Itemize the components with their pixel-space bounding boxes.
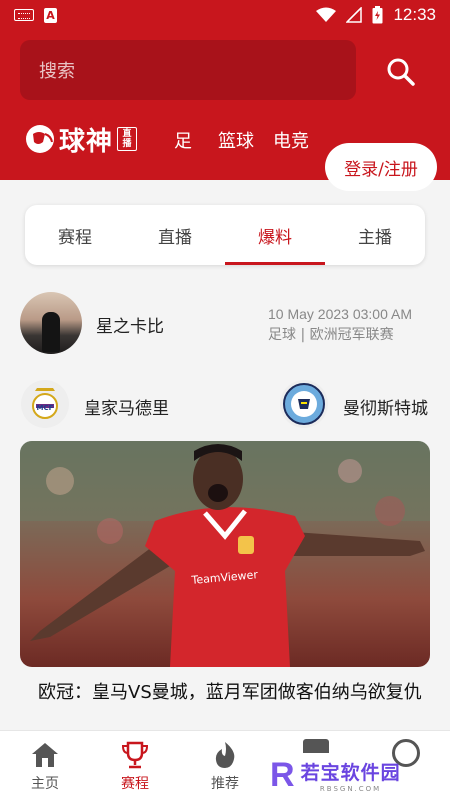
app-header: 搜索 球神 直播 足 篮球 电竞 登录/注册	[0, 30, 450, 191]
search-button[interactable]	[381, 52, 421, 92]
tab-schedule[interactable]: 赛程	[25, 205, 125, 265]
search-input[interactable]: 搜索	[20, 40, 356, 100]
battery-icon	[372, 6, 383, 24]
manchester-city-crest-icon	[279, 379, 329, 429]
nav-schedule[interactable]: 赛程	[100, 731, 170, 800]
signal-icon	[346, 7, 363, 23]
category-basketball[interactable]: 篮球	[218, 127, 254, 153]
nav-recommend-label: 推荐	[211, 776, 239, 792]
content-tabs: 赛程 直播 爆料 主播	[25, 205, 425, 265]
nav-recommend[interactable]: 推荐	[190, 731, 260, 800]
watermark-logo: R 若宝软件园 RBSGN.COM	[270, 755, 440, 795]
app-logo: 球神 直播	[25, 121, 138, 157]
player-celebration-illustration: TeamViewer	[20, 441, 430, 667]
article-hero-image[interactable]: TeamViewer	[20, 441, 430, 667]
post-competition: 足球 | 欧洲冠军联赛	[268, 327, 394, 343]
watermark-text: 若宝软件园	[300, 761, 401, 784]
wifi-icon	[316, 7, 337, 22]
trophy-icon	[121, 741, 149, 769]
nav-home[interactable]: 主页	[10, 731, 80, 800]
home-team-name: 皇家马德里	[84, 399, 169, 419]
status-time: 12:33	[393, 5, 436, 24]
flame-icon	[215, 742, 235, 768]
article-headline[interactable]: 欧冠：皇马VS曼城，蓝月军团做客伯纳乌欲复仇	[38, 680, 430, 706]
away-team-name: 曼彻斯特城	[343, 399, 428, 419]
real-madrid-crest-icon: MCF	[20, 379, 70, 429]
svg-text:MCF: MCF	[37, 404, 54, 412]
status-bar: A 12:33	[0, 0, 450, 30]
tab-insider[interactable]: 爆料	[225, 205, 325, 265]
soccer-ball-logo-icon	[26, 125, 54, 153]
logo-text: 球神	[59, 126, 114, 157]
category-esports[interactable]: 电竞	[273, 127, 309, 153]
nav-schedule-label: 赛程	[121, 776, 149, 792]
post-date: 10 May 2023 03:00 AM	[268, 306, 412, 322]
nav-home-label: 主页	[31, 776, 59, 792]
author-avatar[interactable]	[20, 292, 82, 354]
search-placeholder: 搜索	[39, 61, 75, 82]
app-notification-icon: A	[44, 7, 57, 23]
partial-nav-icon	[303, 739, 329, 753]
watermark-letter: R	[270, 756, 295, 794]
logo-badge: 直播	[117, 127, 138, 151]
category-football[interactable]: 足	[174, 127, 192, 153]
author-name[interactable]: 星之卡比	[96, 312, 164, 337]
login-register-button[interactable]: 登录/注册	[325, 143, 437, 191]
home-icon	[32, 743, 58, 767]
watermark-subtext: RBSGN.COM	[319, 784, 382, 793]
tab-streamers[interactable]: 主播	[325, 205, 425, 265]
search-icon	[387, 58, 415, 86]
tab-live[interactable]: 直播	[125, 205, 225, 265]
keyboard-icon	[14, 9, 34, 21]
